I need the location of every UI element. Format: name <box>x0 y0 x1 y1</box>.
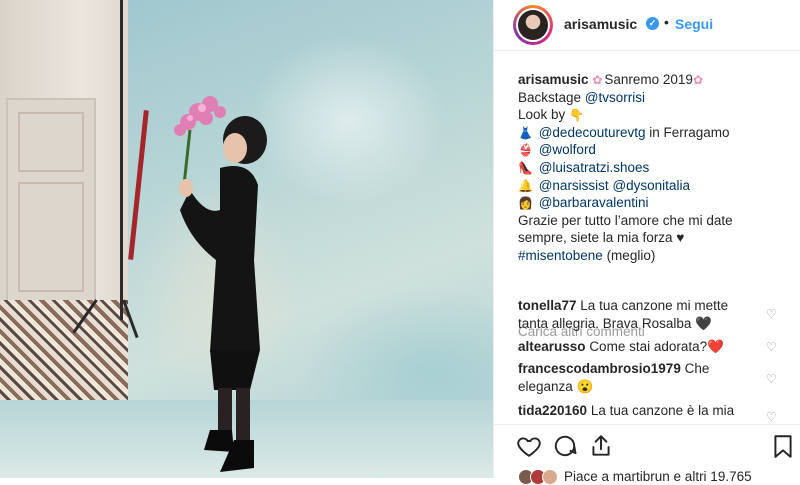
dress-icon: 👗 <box>518 125 533 140</box>
liker-avatar[interactable] <box>542 469 558 485</box>
heart-outline-icon[interactable]: ♡ <box>766 411 778 423</box>
follow-button[interactable]: Segui <box>675 16 713 32</box>
post-photo[interactable] <box>0 0 493 478</box>
avatar[interactable] <box>513 5 553 45</box>
high-heel-icon: 👠 <box>518 160 533 175</box>
comment-text: Come stai adorata?❤️ <box>589 339 724 354</box>
heart-icon[interactable] <box>516 433 542 459</box>
comment-item: francescodambrosio1979 Che eleganza 😮 <box>518 360 746 396</box>
bikini-icon: 👙 <box>518 143 533 158</box>
woman-icon: 👩 <box>518 196 533 211</box>
heart-outline-icon[interactable]: ♡ <box>766 373 778 385</box>
hashtag-link[interactable]: #misentobene <box>518 248 603 263</box>
caption-username[interactable]: arisamusic <box>518 72 589 87</box>
photo-woman-figure <box>174 96 267 472</box>
post-side-panel: arisamusic ✓ • Segui arisamusic ✿ Sanremo… <box>493 0 800 485</box>
likes-count[interactable]: Piace a martibrun e altri 19.765 <box>564 469 752 484</box>
post-header: arisamusic ✓ • Segui <box>494 0 800 51</box>
comment-text: La tua canzone è la mia <box>590 403 735 418</box>
heart-outline-icon[interactable]: ♡ <box>766 308 778 320</box>
comment-item: tida220160 La tua canzone è la mia <box>518 402 746 420</box>
comment-item: altearusso Come stai adorata?❤️ <box>518 338 746 356</box>
separator-dot: • <box>664 14 669 30</box>
comment-username[interactable]: altearusso <box>518 339 586 354</box>
caption-title: Sanremo 2019 <box>604 72 693 87</box>
cherry-blossom-icon: ✿ <box>692 73 703 87</box>
pointing-down-icon: 👇 <box>569 108 585 123</box>
comments-list[interactable]: arisamusic ✿ Sanremo 2019✿ Backstage @tvs… <box>494 51 800 424</box>
mention-link[interactable]: @narsissist <box>539 178 609 193</box>
comment-icon[interactable] <box>552 433 578 459</box>
bookmark-icon[interactable] <box>770 433 796 459</box>
mention-link[interactable]: @barbaravalentini <box>539 195 649 210</box>
mention-link[interactable]: @wolford <box>539 142 596 157</box>
mention-link[interactable]: @dysonitalia <box>612 178 690 193</box>
comment-username[interactable]: francescodambrosio1979 <box>518 361 681 376</box>
heart-outline-icon[interactable]: ♡ <box>766 341 778 353</box>
mention-link[interactable]: @dedecouturevtg <box>539 125 646 140</box>
share-icon[interactable] <box>588 433 614 459</box>
bell-icon: 🔔 <box>518 178 533 193</box>
post-caption: arisamusic ✿ Sanremo 2019✿ Backstage @tvs… <box>518 72 733 263</box>
post-actions-bar: Piace a martibrun e altri 19.765 <box>494 424 800 485</box>
mention-link[interactable]: @luisatratzi.shoes <box>539 160 650 175</box>
comment-username[interactable]: tonella77 <box>518 298 577 313</box>
cherry-blossom-icon: ✿ <box>592 73 603 87</box>
verified-badge-icon: ✓ <box>646 17 659 30</box>
mention-link[interactable]: @tvsorrisi <box>585 90 645 105</box>
photo-door <box>6 98 96 308</box>
comment-item: tonella77 La tua canzone mi mette tanta … <box>518 297 746 333</box>
photo-light-stand <box>120 0 123 320</box>
post-username[interactable]: arisamusic <box>564 16 637 32</box>
comment-username[interactable]: tida220160 <box>518 403 587 418</box>
